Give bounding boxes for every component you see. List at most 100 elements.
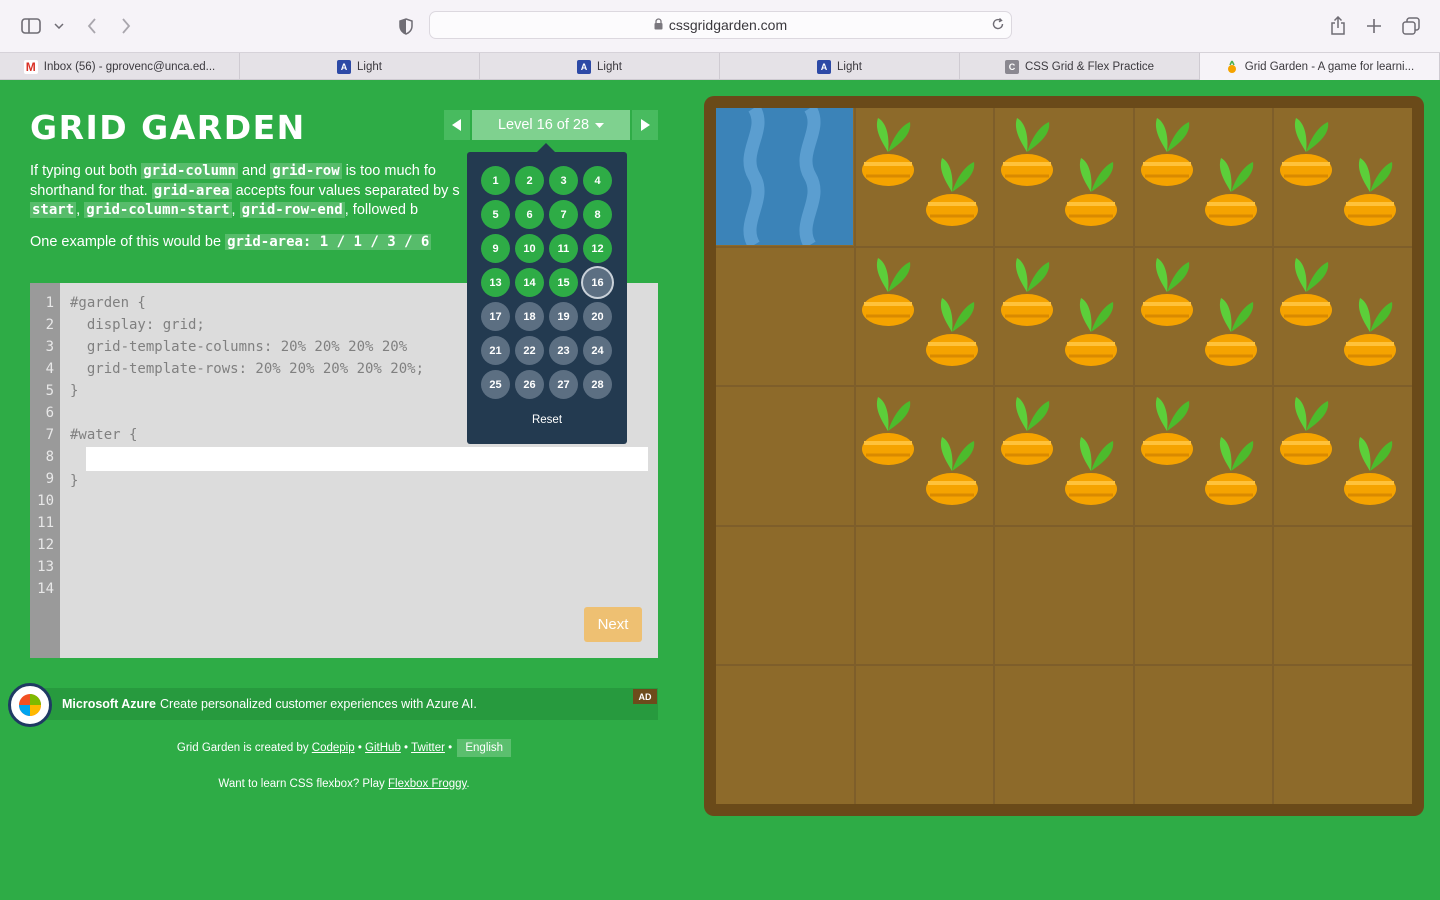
level-8-button[interactable]: 8 [583, 200, 612, 229]
carrot-icon [1059, 292, 1123, 377]
garden-cell [855, 526, 994, 665]
level-11-button[interactable]: 11 [549, 234, 578, 263]
garden-cell [716, 526, 854, 665]
level-28-button[interactable]: 28 [583, 370, 612, 399]
code-line: grid-template-rows: 20% 20% 20% 20% 20%; [70, 361, 425, 377]
carrot-icon [995, 391, 1059, 476]
privacy-shield-icon[interactable] [396, 16, 416, 36]
garden-cell [995, 108, 1133, 246]
carrot-icon [1199, 431, 1263, 516]
level-9-button[interactable]: 9 [481, 234, 510, 263]
tab-label: Grid Garden - A game for learni... [1244, 60, 1415, 73]
level-5-button[interactable]: 5 [481, 200, 510, 229]
line-number: 14 [37, 581, 54, 597]
forward-icon[interactable] [116, 15, 136, 37]
new-tab-icon[interactable] [1363, 15, 1385, 37]
level-27-button[interactable]: 27 [549, 370, 578, 399]
level-22-button[interactable]: 22 [515, 336, 544, 365]
carrot-icon [1338, 431, 1402, 516]
level-10-button[interactable]: 10 [515, 234, 544, 263]
garden-cell [995, 247, 1133, 386]
garden-cell [1274, 526, 1412, 665]
next-button[interactable]: Next [584, 607, 642, 642]
level-4-button[interactable]: 4 [583, 166, 612, 195]
level-23-button[interactable]: 23 [549, 336, 578, 365]
level-24-button[interactable]: 24 [583, 336, 612, 365]
tab-gmail[interactable]: M Inbox (56) - gprovenc@unca.ed... [0, 53, 240, 80]
codepip-link[interactable]: Codepip [312, 742, 355, 754]
level-6-button[interactable]: 6 [515, 200, 544, 229]
garden-cell [855, 108, 994, 246]
level-dropdown-toggle[interactable]: Level 16 of 28 [472, 110, 630, 140]
garden-cell [716, 247, 854, 386]
level-14-button[interactable]: 14 [515, 268, 544, 297]
level-26-button[interactable]: 26 [515, 370, 544, 399]
carrot-icon [1274, 391, 1338, 476]
previous-level-button[interactable] [444, 110, 470, 140]
tab-light-3[interactable]: A Light [720, 53, 960, 80]
line-number: 1 [45, 295, 54, 311]
language-selector[interactable]: English [457, 739, 512, 757]
level-18-button[interactable]: 18 [515, 302, 544, 331]
footer-text: Grid Garden is created by [176, 742, 312, 754]
tab-grid-garden[interactable]: Grid Garden - A game for learni... [1200, 53, 1440, 80]
sidebar-toggle-icon[interactable] [20, 15, 42, 37]
level-19-button[interactable]: 19 [549, 302, 578, 331]
garden-cell [995, 387, 1133, 525]
level-2-button[interactable]: 2 [515, 166, 544, 195]
footer-separator: • [354, 742, 366, 754]
carrot-icon [1135, 112, 1199, 197]
level-17-button[interactable]: 17 [481, 302, 510, 331]
level-7-button[interactable]: 7 [549, 200, 578, 229]
ad-banner[interactable]: Microsoft Azure Create personalized cust… [30, 688, 658, 720]
footer-text: Want to learn CSS flexbox? Play [218, 778, 388, 790]
tab-light-2[interactable]: A Light [480, 53, 720, 80]
carrot-icon [856, 391, 920, 476]
tab-overview-icon[interactable] [1400, 15, 1422, 37]
level-13-button[interactable]: 13 [481, 268, 510, 297]
footer-separator: • [444, 742, 456, 754]
carrot-icon [1059, 152, 1123, 237]
triangle-left-icon [452, 119, 461, 131]
carrot-icon [1135, 391, 1199, 476]
footer-flexbox: Want to learn CSS flexbox? Play Flexbox … [30, 778, 658, 790]
address-bar[interactable]: cssgridgarden.com [429, 11, 1012, 39]
ad-brand: Microsoft Azure [62, 697, 156, 711]
github-link[interactable]: GitHub [365, 742, 401, 754]
line-number: 8 [45, 449, 54, 465]
tab-label: Light [837, 60, 862, 73]
next-level-button[interactable] [632, 110, 658, 140]
level-20-button[interactable]: 20 [583, 302, 612, 331]
tab-css-practice[interactable]: C CSS Grid & Flex Practice [960, 53, 1200, 80]
tab-light-1[interactable]: A Light [240, 53, 480, 80]
level-16-button[interactable]: 16 [583, 268, 612, 297]
level-dropdown: 1 2 3 4 5 6 7 8 9 10 11 12 13 14 15 16 17 18 19 20 21 22 23 24 2… [467, 143, 627, 444]
level-25-button[interactable]: 25 [481, 370, 510, 399]
twitter-link[interactable]: Twitter [411, 742, 445, 754]
level-1-button[interactable]: 1 [481, 166, 510, 195]
flexbox-froggy-link[interactable]: Flexbox Froggy [388, 778, 466, 790]
garden-cell [716, 666, 854, 804]
garden-cell [1274, 247, 1412, 386]
back-icon[interactable] [82, 15, 102, 37]
tab-label: CSS Grid & Flex Practice [1024, 60, 1155, 73]
azure-logo-icon[interactable] [8, 683, 52, 727]
level-3-button[interactable]: 3 [549, 166, 578, 195]
share-icon[interactable] [1327, 14, 1349, 38]
level-15-button[interactable]: 15 [549, 268, 578, 297]
carrot-icon [920, 431, 984, 516]
garden-cell [1134, 387, 1273, 525]
garden-cell [995, 666, 1133, 804]
chevron-down-icon[interactable] [52, 17, 66, 35]
reload-icon[interactable] [991, 17, 1005, 34]
reset-button[interactable]: Reset [467, 414, 627, 426]
css-answer-input[interactable] [86, 447, 648, 471]
carrot-icon [1274, 112, 1338, 197]
carrot-icon [1338, 292, 1402, 377]
instruction-text: is too much fo [341, 163, 436, 179]
footer-credits: Grid Garden is created by Codepip • GitH… [30, 739, 658, 757]
instruction-text: One example of this would be [30, 233, 226, 250]
level-21-button[interactable]: 21 [481, 336, 510, 365]
level-12-button[interactable]: 12 [583, 234, 612, 263]
garden-cell [716, 387, 854, 525]
